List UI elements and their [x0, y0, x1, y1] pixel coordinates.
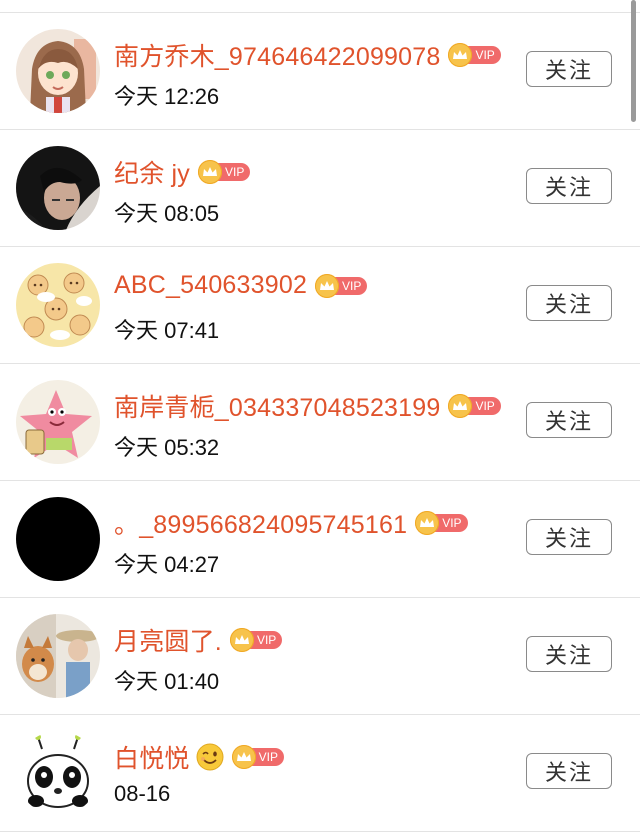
list-item[interactable]: ABC_540633902 VIP 今天 07:41 关注: [0, 247, 640, 364]
name-line: ABC_540633902 VIP: [114, 271, 368, 300]
username[interactable]: 。_899566824095745161: [114, 505, 407, 541]
crown-icon: [231, 745, 256, 769]
crown-icon: [415, 511, 440, 535]
cartoon-pattern-avatar-icon[interactable]: [16, 263, 100, 347]
girl-photo-avatar-icon[interactable]: [16, 146, 100, 230]
name-line: 南方乔木_974646422099078 VIP: [114, 37, 501, 73]
name-line: 。_899566824095745161 VIP: [114, 505, 468, 541]
list-item[interactable]: 纪余 jy VIP 今天 08:05 关注: [0, 130, 640, 247]
username[interactable]: 白悦悦: [114, 739, 190, 775]
follow-button[interactable]: 关注: [526, 519, 612, 555]
follow-button[interactable]: 关注: [526, 753, 612, 789]
panda-cartoon-avatar-icon[interactable]: [16, 731, 100, 815]
timestamp: 今天 08:05: [114, 201, 220, 226]
name-line: 月亮圆了. VIP: [114, 622, 283, 658]
scrollbar[interactable]: [631, 0, 636, 122]
follow-button[interactable]: 关注: [526, 285, 612, 321]
timestamp: 今天 07:41: [114, 318, 220, 343]
list-item[interactable]: 南方乔木_974646422099078 VIP 今天 12:26 关注: [0, 13, 640, 130]
follow-button[interactable]: 关注: [526, 168, 612, 204]
list-item[interactable]: 。_899566824095745161 VIP 今天 04:27 关注: [0, 481, 640, 598]
name-line: 纪余 jy VIP: [114, 154, 251, 190]
patrick-star-avatar-icon[interactable]: [16, 380, 100, 464]
username[interactable]: 南岸青栀_034337048523199: [114, 388, 440, 424]
username[interactable]: 南方乔木_974646422099078: [114, 37, 440, 73]
timestamp: 今天 12:26: [114, 84, 220, 109]
vip-badge: VIP: [315, 273, 368, 298]
vip-badge: VIP: [448, 394, 501, 418]
follow-button[interactable]: 关注: [526, 51, 612, 87]
crown-icon: [315, 273, 340, 298]
timestamp: 今天 04:27: [114, 552, 220, 577]
follow-button[interactable]: 关注: [526, 636, 612, 672]
top-divider: [0, 0, 640, 13]
anime-girl-avatar-icon[interactable]: [16, 29, 100, 113]
list-item[interactable]: 月亮圆了. VIP 今天 01:40 关注: [0, 598, 640, 715]
name-line: 南岸青栀_034337048523199 VIP: [114, 388, 501, 424]
username[interactable]: ABC_540633902: [114, 271, 307, 300]
username[interactable]: 月亮圆了.: [114, 622, 222, 658]
follower-list: 南方乔木_974646422099078 VIP 今天 12:26 关注 纪余 …: [0, 0, 640, 832]
list-item[interactable]: 南岸青栀_034337048523199 VIP 今天 05:32 关注: [0, 364, 640, 481]
follow-button[interactable]: 关注: [526, 402, 612, 438]
vip-badge: VIP: [448, 43, 501, 67]
crown-icon: [229, 628, 254, 652]
wink-emoji-icon: [196, 743, 224, 771]
name-line: 白悦悦 VIP: [114, 739, 284, 775]
username[interactable]: 纪余 jy: [114, 154, 190, 190]
black-avatar-icon[interactable]: [16, 497, 100, 581]
vip-badge: VIP: [415, 511, 468, 535]
timestamp: 08-16: [114, 781, 171, 806]
list-item[interactable]: 白悦悦 VIP 08-16 关注: [0, 715, 640, 832]
vip-badge: VIP: [231, 745, 284, 769]
dog-photo-avatar-icon[interactable]: [16, 614, 100, 698]
vip-badge: VIP: [198, 160, 251, 184]
vip-badge: VIP: [229, 628, 283, 652]
timestamp: 今天 01:40: [114, 669, 220, 694]
crown-icon: [198, 160, 223, 184]
timestamp: 今天 05:32: [114, 435, 220, 460]
